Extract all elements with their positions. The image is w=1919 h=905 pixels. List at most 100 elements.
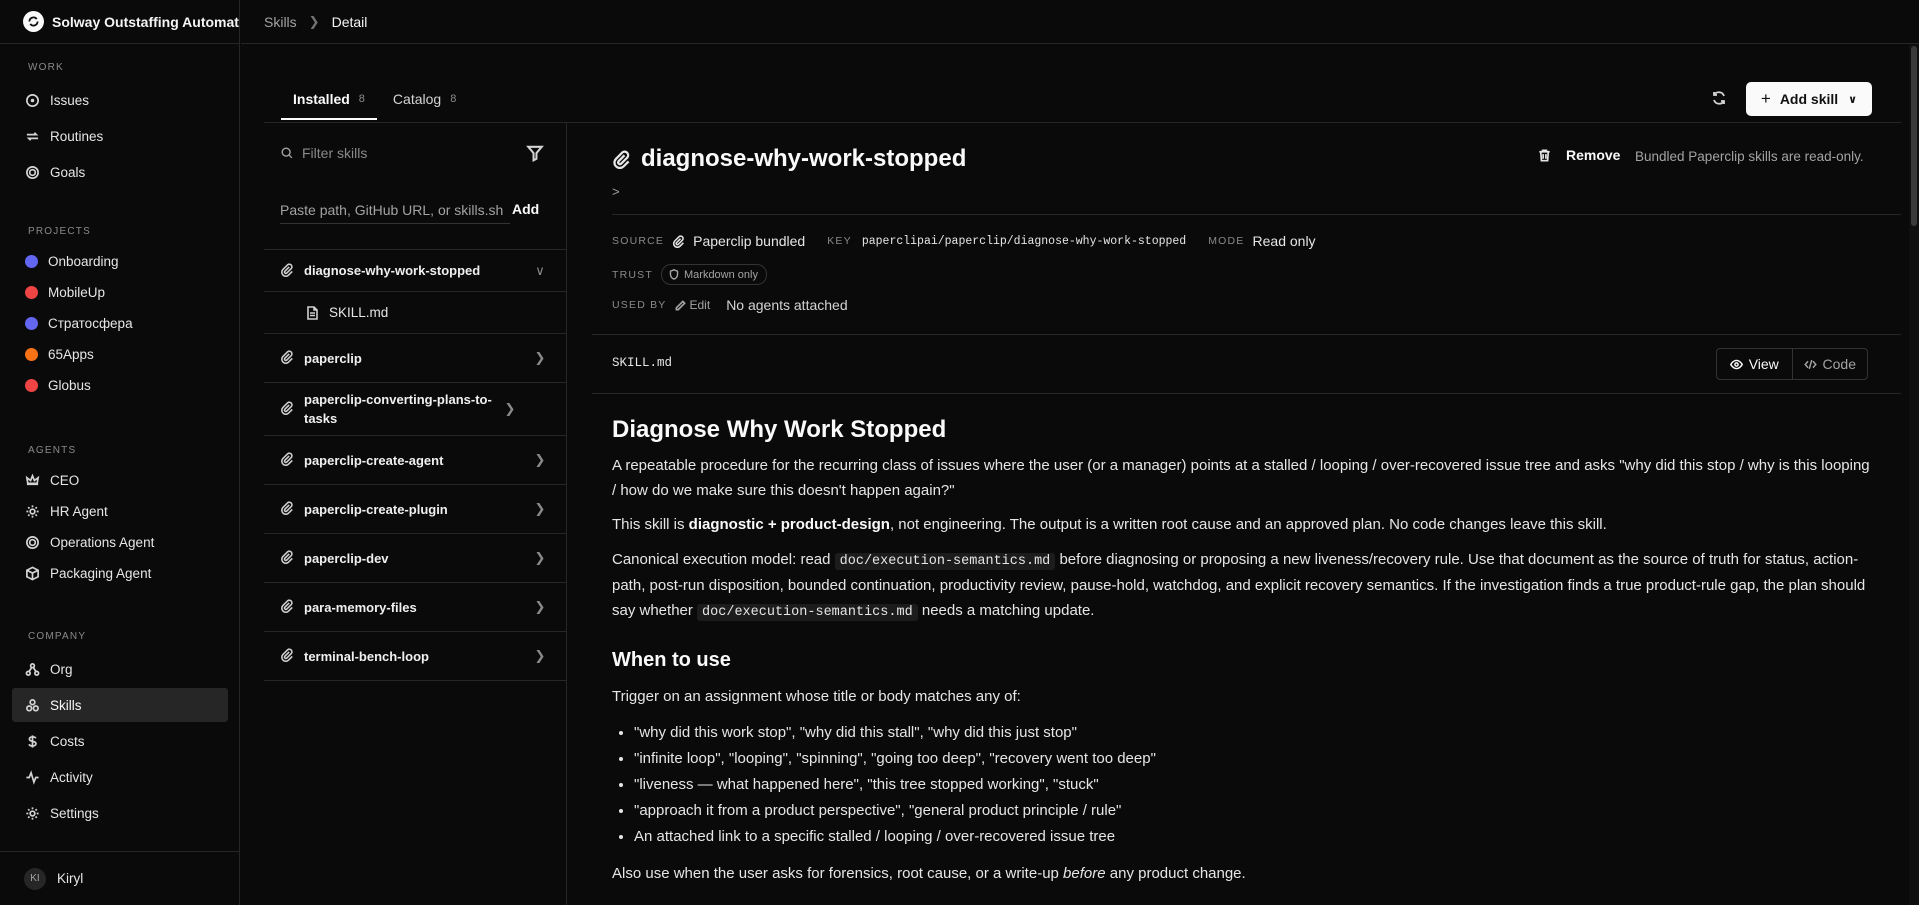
chevron-right-icon: ❯ — [534, 452, 546, 467]
trust-value: Markdown only — [684, 268, 758, 281]
skill-item-paperclip-create-plugin[interactable]: paperclip-create-plugin ❯ — [264, 485, 566, 534]
filter-button[interactable] — [526, 144, 544, 163]
sidebar-item-packaging-agent[interactable]: Packaging Agent — [12, 559, 228, 588]
used-by-label: USED BY — [612, 299, 667, 311]
view-label: View — [1748, 356, 1779, 372]
trash-icon — [1539, 149, 1550, 161]
shield-icon — [669, 269, 679, 280]
tab-installed[interactable]: Installed 8 — [281, 80, 377, 120]
sidebar-item-stratosfera[interactable]: Стратосфера — [12, 309, 228, 338]
skill-item-terminal-bench-loop[interactable]: terminal-bench-loop ❯ — [264, 632, 566, 681]
filter-skills-input[interactable] — [302, 145, 502, 161]
inline-code: doc/execution-semantics.md — [697, 603, 918, 621]
view-button[interactable]: View — [1717, 349, 1792, 379]
sidebar-item-issues[interactable]: Issues — [12, 83, 228, 117]
add-skill-label: Add skill — [1779, 91, 1839, 107]
text: any product change. — [1105, 864, 1246, 882]
file-bar-divider — [592, 393, 1901, 394]
sidebar-item-label: Skills — [50, 697, 82, 713]
paperclip-icon — [612, 150, 631, 169]
sidebar-item-goals[interactable]: Goals — [12, 155, 228, 189]
file-icon — [306, 305, 319, 320]
sidebar-item-routines[interactable]: Routines — [12, 119, 228, 153]
text: Also use when the user asks for forensic… — [612, 864, 1064, 882]
projects-section: PROJECTS Onboarding MobileUp Стратосфера… — [0, 222, 240, 402]
list-item: An attached link to a specific stalled /… — [634, 824, 1872, 850]
breadcrumb-skills-link[interactable]: Skills — [264, 14, 297, 30]
sidebar-item-label: Onboarding — [48, 254, 119, 269]
brand[interactable]: Solway Outstaffing Automat — [0, 0, 239, 44]
sidebar-item-65apps[interactable]: 65Apps — [12, 340, 228, 369]
skill-item-paperclip-create-agent[interactable]: paperclip-create-agent ❯ — [264, 436, 566, 485]
remove-label: Remove — [1566, 147, 1621, 163]
sidebar-item-skills[interactable]: Skills — [12, 688, 228, 722]
italic-text: before — [1063, 864, 1106, 882]
chevron-right-icon: ❯ — [534, 648, 546, 663]
scrollbar[interactable] — [1909, 44, 1919, 905]
chevron-right-icon: ❯ — [534, 599, 546, 614]
sidebar-item-operations-agent[interactable]: Operations Agent — [12, 528, 228, 557]
text: Canonical execution model: read — [612, 550, 835, 568]
sidebar-item-mobileup[interactable]: MobileUp — [12, 278, 228, 307]
activity-icon — [24, 769, 40, 785]
remove-button[interactable]: Remove — [1537, 147, 1620, 163]
tabs: Installed 8 Catalog 8 — [281, 80, 472, 120]
paperclip-icon — [280, 599, 296, 615]
skill-file-skill-md[interactable]: SKILL.md — [264, 292, 566, 334]
paperclip-icon — [280, 350, 296, 366]
sidebar-item-activity[interactable]: Activity — [12, 760, 228, 794]
sidebar-item-globus[interactable]: Globus — [12, 371, 228, 400]
sidebar-item-hr-agent[interactable]: HR Agent — [12, 497, 228, 526]
view-mode-toggle: View Code — [1716, 348, 1868, 380]
agents-heading: AGENTS — [28, 444, 77, 456]
code-button[interactable]: Code — [1791, 349, 1868, 379]
chevron-down-icon: ∨ — [535, 262, 545, 278]
skill-item-diagnose-why-work-stopped[interactable]: diagnose-why-work-stopped ∨ — [264, 250, 566, 292]
sidebar-item-label: Operations Agent — [50, 535, 155, 550]
chevron-down-icon: ∨ — [1848, 93, 1858, 106]
sidebar-item-settings[interactable]: Settings — [12, 796, 228, 830]
meta-row-trust: TRUST Markdown only — [612, 264, 767, 285]
search-icon — [281, 147, 293, 159]
sidebar-item-onboarding[interactable]: Onboarding — [12, 247, 228, 276]
add-skill-button[interactable]: + Add skill ∨ — [1746, 82, 1872, 116]
meta-row-source: SOURCE Paperclip bundled KEY paperclipai… — [612, 233, 1316, 249]
sidebar-item-label: Costs — [50, 733, 85, 749]
edit-used-by-button[interactable]: Edit — [675, 298, 710, 312]
chevron-right-icon: ❯ — [534, 550, 546, 565]
skill-detail: diagnose-why-work-stopped > Remove Bundl… — [568, 123, 1901, 905]
sidebar-item-costs[interactable]: Costs — [12, 724, 228, 758]
skill-item-paperclip-converting-plans-to-tasks[interactable]: paperclip-converting-plans-to-tasks ❯ — [264, 383, 566, 436]
page-title: diagnose-why-work-stopped — [641, 145, 967, 172]
file-name: SKILL.md — [329, 305, 389, 320]
tab-count: 8 — [358, 93, 365, 105]
code-label: Code — [1822, 356, 1856, 372]
user-menu[interactable]: KI Kiryl — [0, 851, 240, 905]
skill-item-paperclip-dev[interactable]: paperclip-dev ❯ — [264, 534, 566, 583]
refresh-button[interactable] — [1707, 86, 1731, 110]
sidebar-item-label: Goals — [50, 164, 86, 180]
project-color-dot — [25, 286, 38, 299]
pencil-icon — [675, 299, 686, 310]
scrollbar-thumb[interactable] — [1911, 46, 1917, 226]
breadcrumb: Skills ❯ Detail — [241, 0, 1919, 44]
project-color-dot — [25, 379, 38, 392]
sidebar-item-ceo[interactable]: CEO — [12, 466, 228, 495]
description-toggle[interactable]: > — [612, 184, 620, 199]
tab-label: Catalog — [392, 91, 442, 107]
circle-dot-icon — [24, 92, 40, 108]
mode-value: Read only — [1252, 233, 1316, 249]
skill-name: paperclip-dev — [304, 550, 389, 566]
skill-item-para-memory-files[interactable]: para-memory-files ❯ — [264, 583, 566, 632]
doc-heading: Diagnose Why Work Stopped — [612, 416, 947, 443]
skill-name: paperclip-converting-plans-to-tasks — [304, 392, 492, 426]
paperclip-icon — [280, 452, 296, 468]
bold-text: diagnostic + product-design — [688, 516, 890, 533]
sidebar-item-label: Org — [50, 661, 73, 677]
skill-item-paperclip[interactable]: paperclip ❯ — [264, 334, 566, 383]
brand-logo-icon — [23, 11, 44, 32]
add-path-button[interactable]: Add — [512, 201, 539, 217]
sidebar-item-org[interactable]: Org — [12, 652, 228, 686]
tab-catalog[interactable]: Catalog 8 — [381, 80, 468, 118]
skill-path-input[interactable] — [280, 201, 510, 218]
